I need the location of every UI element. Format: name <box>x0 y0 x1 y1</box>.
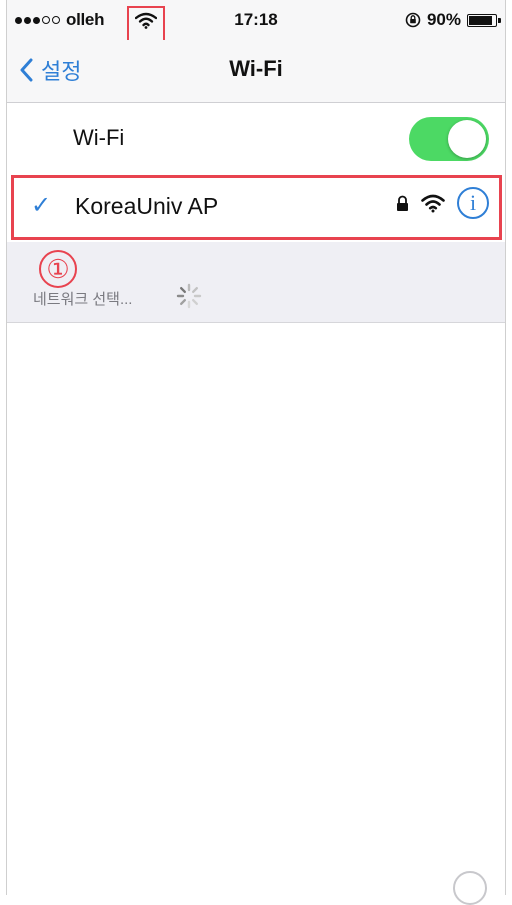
wifi-toggle-row: Wi-Fi <box>7 103 505 174</box>
battery-nub <box>498 17 501 23</box>
status-left: olleh <box>15 10 104 30</box>
signal-dot <box>24 16 31 24</box>
loading-spinner-icon <box>176 283 202 309</box>
navigation-bar: 설정 Wi-Fi <box>7 40 505 103</box>
signal-dots-icon <box>15 16 60 24</box>
connected-network-row[interactable]: ✓ KoreaUniv AP i <box>7 173 505 242</box>
network-section-header-area: ① 네트워크 선택... <box>7 242 505 323</box>
back-button[interactable]: 설정 <box>19 54 81 86</box>
network-status-icons: i <box>396 187 489 219</box>
battery-fill <box>469 15 492 25</box>
lock-icon <box>397 195 408 211</box>
phone-screen: olleh 17:18 90% 설정 Wi-Fi Wi-Fi ✓ KoreaUn… <box>6 0 506 905</box>
signal-dot-empty <box>52 16 60 24</box>
wifi-row-label: Wi-Fi <box>73 125 125 150</box>
info-icon: i <box>469 190 477 215</box>
wifi-status-highlight <box>127 6 165 44</box>
signal-dot <box>33 16 40 24</box>
status-bar: olleh 17:18 90% <box>7 0 505 44</box>
wifi-toggle-switch[interactable] <box>409 117 489 161</box>
annotation-step-marker: ① <box>39 250 77 288</box>
signal-dot-empty <box>42 16 50 24</box>
status-right: 90% <box>405 10 501 30</box>
toggle-knob <box>448 120 486 158</box>
rotation-lock-icon <box>405 12 421 28</box>
network-list-area <box>7 323 505 905</box>
section-header-choose-network: 네트워크 선택... <box>33 291 133 308</box>
chevron-left-icon <box>20 58 33 82</box>
back-button-label: 설정 <box>41 59 82 84</box>
battery-icon <box>467 13 501 27</box>
wifi-signal-icon <box>421 194 445 212</box>
carrier-name: olleh <box>66 10 105 29</box>
checkmark-icon: ✓ <box>31 192 52 219</box>
info-button[interactable]: i <box>457 187 489 219</box>
signal-dot <box>15 16 22 24</box>
wifi-icon <box>135 12 157 29</box>
battery-percent: 90% <box>426 10 461 29</box>
page-title: Wi-Fi <box>229 56 283 81</box>
partial-circle-icon <box>453 871 487 905</box>
network-name: KoreaUniv AP <box>75 193 219 219</box>
